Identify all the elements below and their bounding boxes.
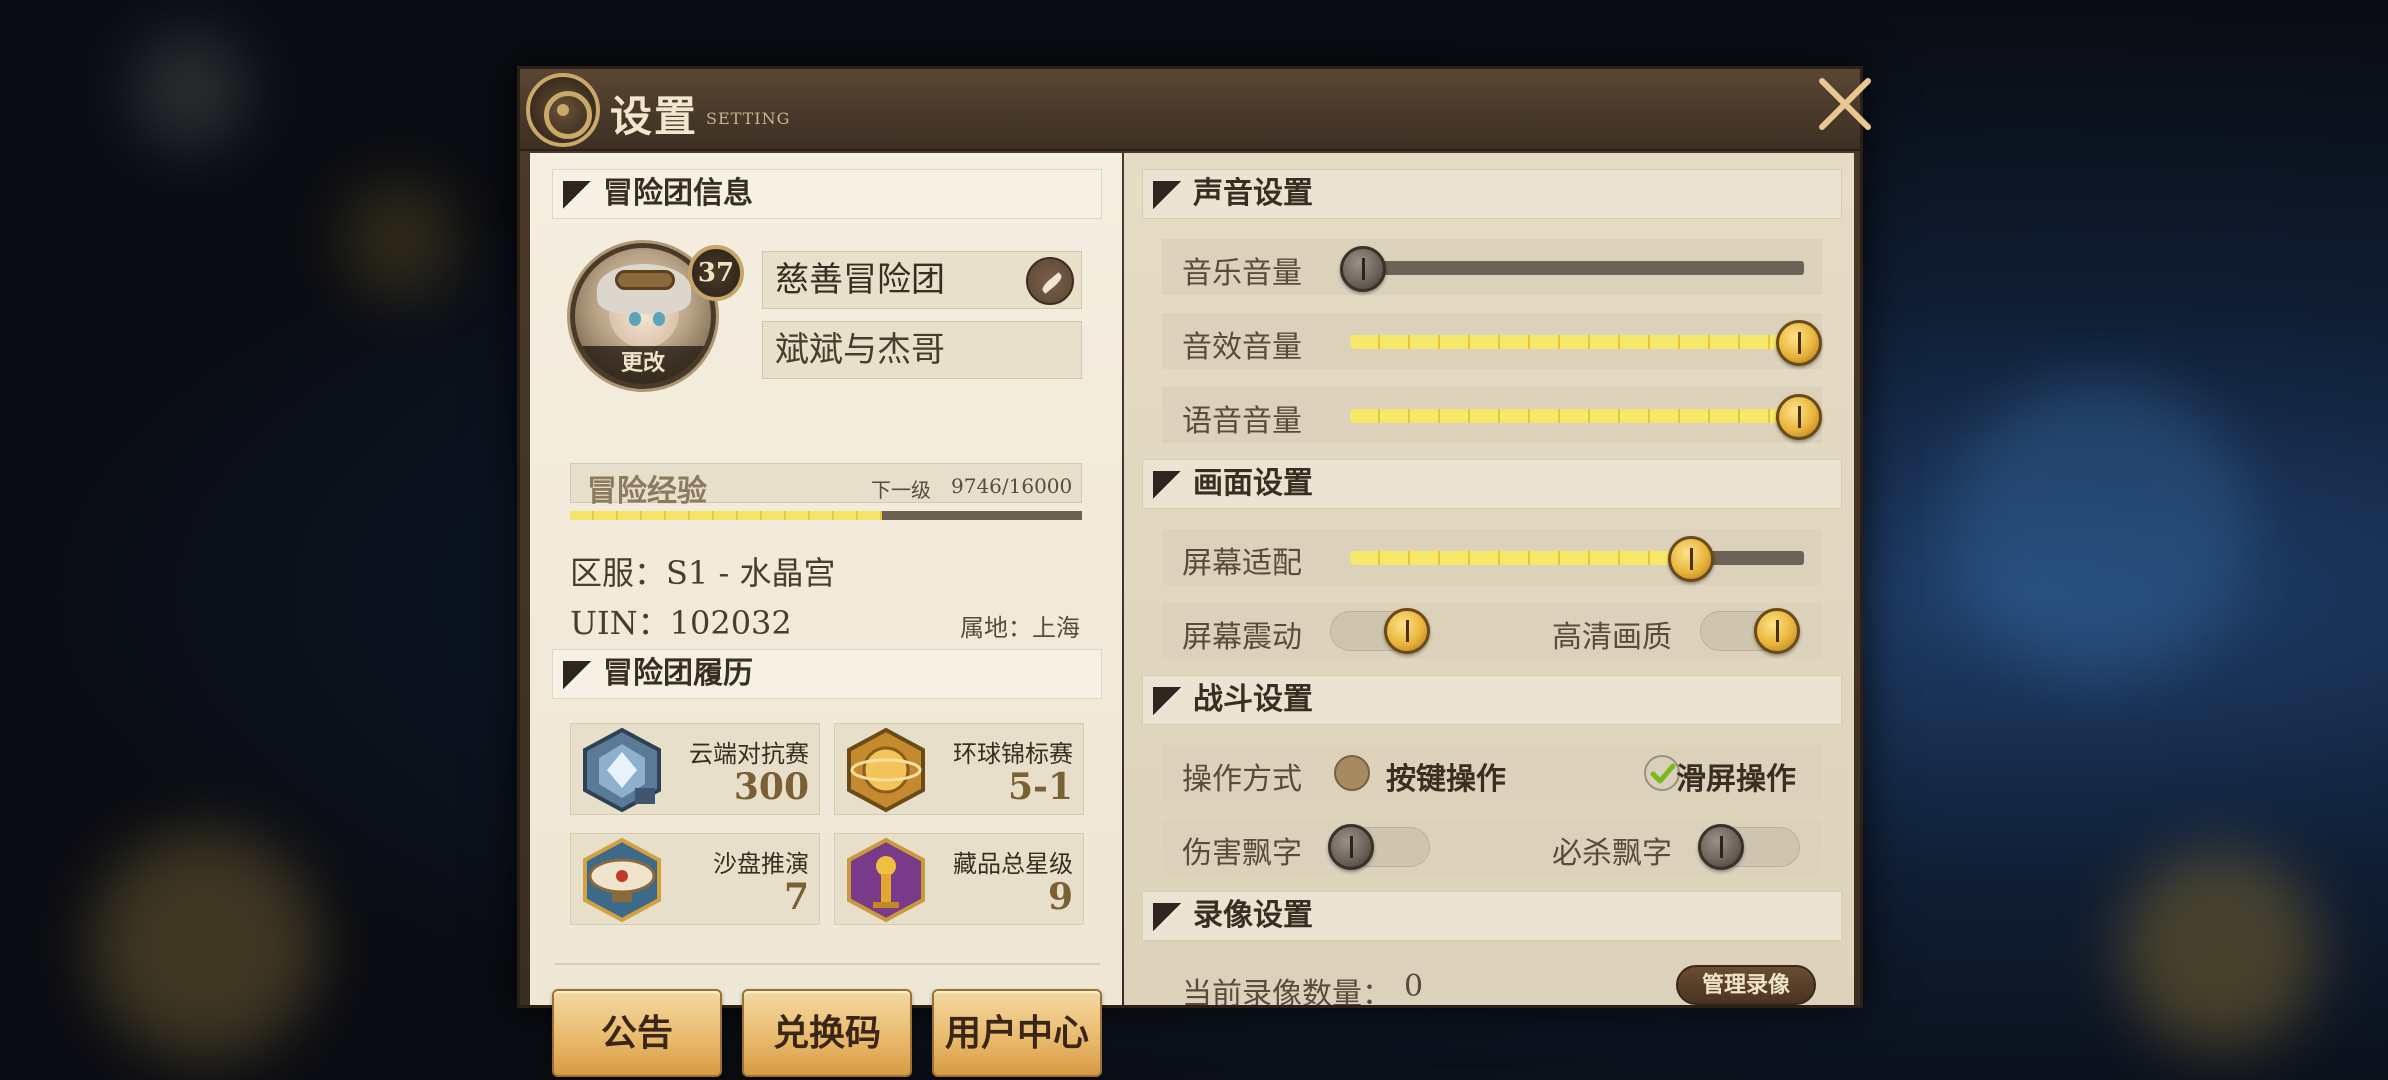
globe-championship-badge-icon — [847, 727, 925, 813]
screen-fit-label: 屏幕适配 — [1182, 546, 1302, 581]
team-info-section-header: 冒险团信息 — [552, 169, 1102, 219]
trophy-collection-badge-icon — [847, 837, 925, 923]
player-name-field: 斌斌与杰哥 — [762, 321, 1082, 379]
history-section-title: 冒险团履历 — [603, 656, 753, 691]
exp-panel: 冒险经验 下一级 9746/16000 — [570, 463, 1082, 509]
exp-progress-fill — [570, 511, 882, 520]
level-badge: 37 — [688, 245, 744, 301]
voice-volume-knob[interactable] — [1776, 394, 1822, 440]
close-icon — [1819, 78, 1871, 130]
dialog-header: 设置 SETTING — [520, 69, 1860, 151]
sfx-volume-fill — [1350, 335, 1804, 349]
uin-info: UIN：102032 — [570, 604, 792, 642]
keys-mode-label[interactable]: 按键操作 — [1386, 754, 1506, 798]
record-value: 7 — [783, 876, 809, 918]
music-volume-label: 音乐音量 — [1182, 256, 1302, 291]
record-card-sandbox[interactable]: 沙盘推演 7 — [570, 833, 820, 925]
cloud-arena-badge-icon — [583, 727, 661, 813]
record-value: 300 — [733, 766, 809, 808]
section-marker-icon — [1153, 471, 1181, 499]
avatar-change-label[interactable]: 更改 — [575, 346, 711, 384]
exp-label: 冒险经验 — [587, 474, 707, 509]
record-label: 沙盘推演 — [713, 850, 809, 878]
divider — [554, 963, 1100, 965]
check-icon — [1650, 763, 1676, 784]
display-section-title: 画面设置 — [1193, 466, 1313, 501]
avatar-eye — [653, 312, 665, 326]
recording-count-value: 0 — [1404, 969, 1424, 1004]
exp-value: 9746/16000 — [951, 474, 1073, 498]
record-value: 5-1 — [1007, 766, 1073, 808]
settings-panel: 声音设置 音乐音量 音效音量 语音音量 画面设置 屏幕适配 屏幕震动 高清画质 … — [1124, 153, 1854, 1005]
record-card-cloud-arena[interactable]: 云端对抗赛 300 — [570, 723, 820, 815]
exp-next-label: 下一级 — [871, 478, 931, 502]
battle-section-title: 战斗设置 — [1193, 682, 1313, 717]
sfx-volume-slider[interactable] — [1350, 335, 1804, 349]
crit-text-label: 必杀飘字 — [1552, 836, 1672, 871]
exp-progress-bar — [570, 511, 1082, 520]
record-section-title: 录像设置 — [1193, 898, 1313, 933]
record-label: 环球锦标赛 — [953, 740, 1073, 768]
screen-shake-knob[interactable] — [1384, 608, 1430, 654]
sound-section-title: 声音设置 — [1193, 176, 1313, 211]
team-info-section-title: 冒险团信息 — [603, 176, 753, 211]
section-marker-icon — [563, 661, 591, 689]
display-section-header: 画面设置 — [1142, 459, 1842, 509]
screen-fit-knob[interactable] — [1667, 536, 1714, 582]
airship-sandbox-badge-icon — [583, 837, 661, 923]
record-card-global-championship[interactable]: 环球锦标赛 5-1 — [834, 723, 1084, 815]
record-card-collection[interactable]: 藏品总星级 9 — [834, 833, 1084, 925]
section-marker-icon — [1153, 181, 1181, 209]
notice-button[interactable]: 公告 — [552, 989, 722, 1077]
settings-dialog: 设置 SETTING 冒险团信息 更改 37 慈善冒险团 斌斌与杰哥 冒险经验 — [517, 66, 1871, 1077]
voice-volume-fill — [1350, 409, 1804, 423]
sfx-volume-label: 音效音量 — [1182, 330, 1302, 365]
user-center-button[interactable]: 用户中心 — [932, 989, 1102, 1077]
control-mode-label: 操作方式 — [1182, 762, 1302, 797]
dialog-subtitle: SETTING — [706, 109, 791, 128]
section-marker-icon — [1153, 687, 1181, 715]
music-volume-knob[interactable] — [1340, 246, 1386, 292]
server-info: 区服：S1 - 水晶宫 — [570, 554, 836, 592]
record-label: 云端对抗赛 — [689, 740, 809, 768]
music-volume-slider[interactable] — [1350, 261, 1804, 275]
crit-text-knob[interactable] — [1698, 824, 1744, 870]
sound-section-header: 声音设置 — [1142, 169, 1842, 219]
settings-emblem-icon — [526, 73, 600, 147]
screen-fit-fill — [1350, 551, 1691, 565]
location-info: 属地：上海 — [960, 614, 1080, 642]
record-value: 9 — [1047, 876, 1073, 918]
goggles-icon — [615, 270, 675, 290]
close-button[interactable] — [1810, 69, 1880, 139]
manage-recording-button[interactable]: 管理录像 — [1676, 965, 1816, 1005]
history-section-header: 冒险团履历 — [552, 649, 1102, 699]
hd-quality-label: 高清画质 — [1552, 620, 1672, 655]
section-marker-icon — [563, 181, 591, 209]
redeem-code-button[interactable]: 兑换码 — [742, 989, 912, 1077]
damage-text-label: 伤害飘字 — [1182, 836, 1302, 871]
swipe-mode-label[interactable]: 滑屏操作 — [1676, 754, 1796, 798]
keys-mode-radio[interactable] — [1334, 755, 1370, 791]
section-marker-icon — [1153, 903, 1181, 931]
swipe-mode-radio[interactable] — [1644, 755, 1680, 791]
record-section-header: 录像设置 — [1142, 891, 1842, 941]
damage-text-knob[interactable] — [1328, 824, 1374, 870]
avatar-eye — [629, 312, 641, 326]
dialog-title: 设置 — [610, 92, 699, 141]
battle-section-header: 战斗设置 — [1142, 675, 1842, 725]
team-info-panel: 冒险团信息 更改 37 慈善冒险团 斌斌与杰哥 冒险经验 下一级 9746/16… — [530, 153, 1122, 1077]
voice-volume-label: 语音音量 — [1182, 404, 1302, 439]
hd-quality-knob[interactable] — [1754, 608, 1800, 654]
recording-count-label: 当前录像数量： — [1182, 977, 1392, 1005]
record-label: 藏品总星级 — [953, 850, 1073, 878]
voice-volume-slider[interactable] — [1350, 409, 1804, 423]
sfx-volume-knob[interactable] — [1776, 320, 1822, 366]
screen-fit-slider[interactable] — [1350, 551, 1804, 565]
edit-name-button[interactable] — [1026, 257, 1074, 305]
screen-shake-label: 屏幕震动 — [1182, 620, 1302, 655]
